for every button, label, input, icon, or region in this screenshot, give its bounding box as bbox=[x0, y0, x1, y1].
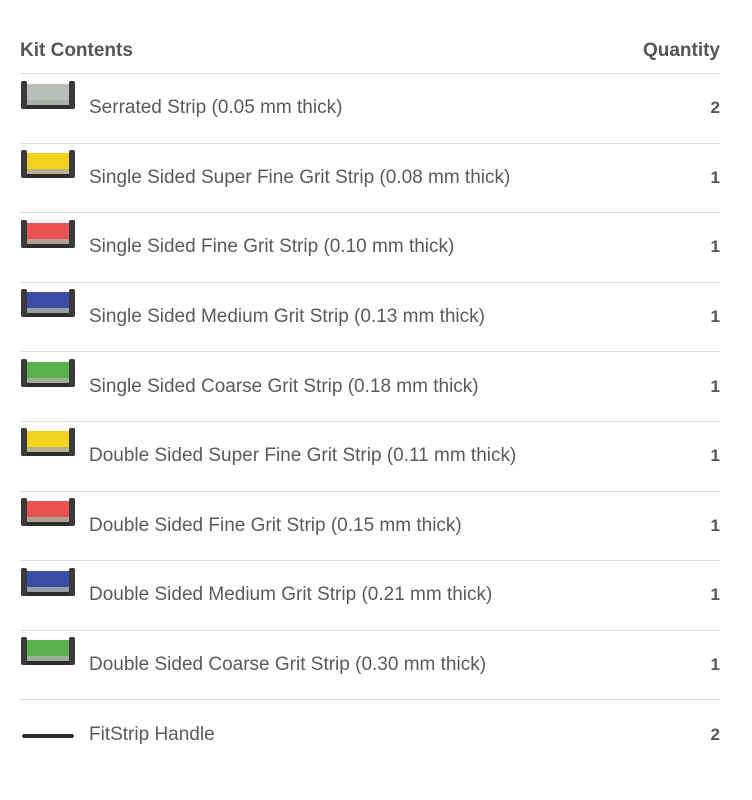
item-name: Double Sided Fine Grit Strip (0.15 mm th… bbox=[89, 514, 462, 536]
strip-icon bbox=[20, 421, 76, 491]
quantity-heading: Quantity bbox=[642, 39, 720, 61]
table-row: Double Sided Medium Grit Strip (0.21 mm … bbox=[20, 561, 720, 631]
item-name: Double Sided Coarse Grit Strip (0.30 mm … bbox=[89, 654, 487, 676]
strip-icon bbox=[20, 282, 76, 352]
strip-icon bbox=[20, 491, 76, 561]
item-quantity: 1 bbox=[710, 446, 720, 466]
item-name: Double Sided Super Fine Grit Strip (0.11… bbox=[89, 445, 517, 467]
table-row: Single Sided Fine Grit Strip (0.10 mm th… bbox=[20, 213, 720, 283]
table-row: Double Sided Coarse Grit Strip (0.30 mm … bbox=[20, 631, 720, 701]
item-quantity: 1 bbox=[710, 167, 720, 187]
item-name: Single Sided Super Fine Grit Strip (0.08… bbox=[89, 166, 511, 188]
handle-icon bbox=[20, 700, 76, 770]
item-quantity: 1 bbox=[710, 376, 720, 396]
table-row: Single Sided Medium Grit Strip (0.13 mm … bbox=[20, 283, 720, 353]
item-quantity: 1 bbox=[710, 585, 720, 605]
item-name: Single Sided Medium Grit Strip (0.13 mm … bbox=[89, 306, 485, 328]
item-quantity: 2 bbox=[710, 98, 720, 118]
kit-contents-heading: Kit Contents bbox=[20, 39, 133, 61]
table-row: Double Sided Super Fine Grit Strip (0.11… bbox=[20, 422, 720, 492]
item-quantity: 2 bbox=[710, 725, 720, 745]
strip-icon bbox=[20, 143, 76, 213]
strip-icon bbox=[20, 213, 76, 283]
table-row: FitStrip Handle 2 bbox=[20, 700, 720, 770]
strip-icon bbox=[20, 630, 76, 700]
table-row: Single Sided Coarse Grit Strip (0.18 mm … bbox=[20, 352, 720, 422]
table-row: Serrated Strip (0.05 mm thick) 2 bbox=[20, 74, 720, 144]
strip-icon bbox=[20, 352, 76, 422]
kit-contents-table: Kit Contents Quantity Serrated Strip (0.… bbox=[20, 28, 720, 770]
item-name: Single Sided Fine Grit Strip (0.10 mm th… bbox=[89, 236, 455, 258]
table-body: Serrated Strip (0.05 mm thick) 2 Single Si… bbox=[20, 74, 720, 770]
item-name: Single Sided Coarse Grit Strip (0.18 mm … bbox=[89, 375, 479, 397]
item-quantity: 1 bbox=[710, 515, 720, 535]
table-header: Kit Contents Quantity bbox=[20, 28, 720, 74]
item-quantity: 1 bbox=[710, 307, 720, 327]
item-quantity: 1 bbox=[710, 237, 720, 257]
item-name: Serrated Strip (0.05 mm thick) bbox=[89, 97, 343, 119]
table-row: Double Sided Fine Grit Strip (0.15 mm th… bbox=[20, 492, 720, 562]
strip-icon bbox=[20, 74, 76, 144]
item-name: FitStrip Handle bbox=[89, 724, 215, 746]
strip-icon bbox=[20, 561, 76, 631]
item-quantity: 1 bbox=[710, 655, 720, 675]
item-name: Double Sided Medium Grit Strip (0.21 mm … bbox=[89, 584, 493, 606]
table-row: Single Sided Super Fine Grit Strip (0.08… bbox=[20, 144, 720, 214]
